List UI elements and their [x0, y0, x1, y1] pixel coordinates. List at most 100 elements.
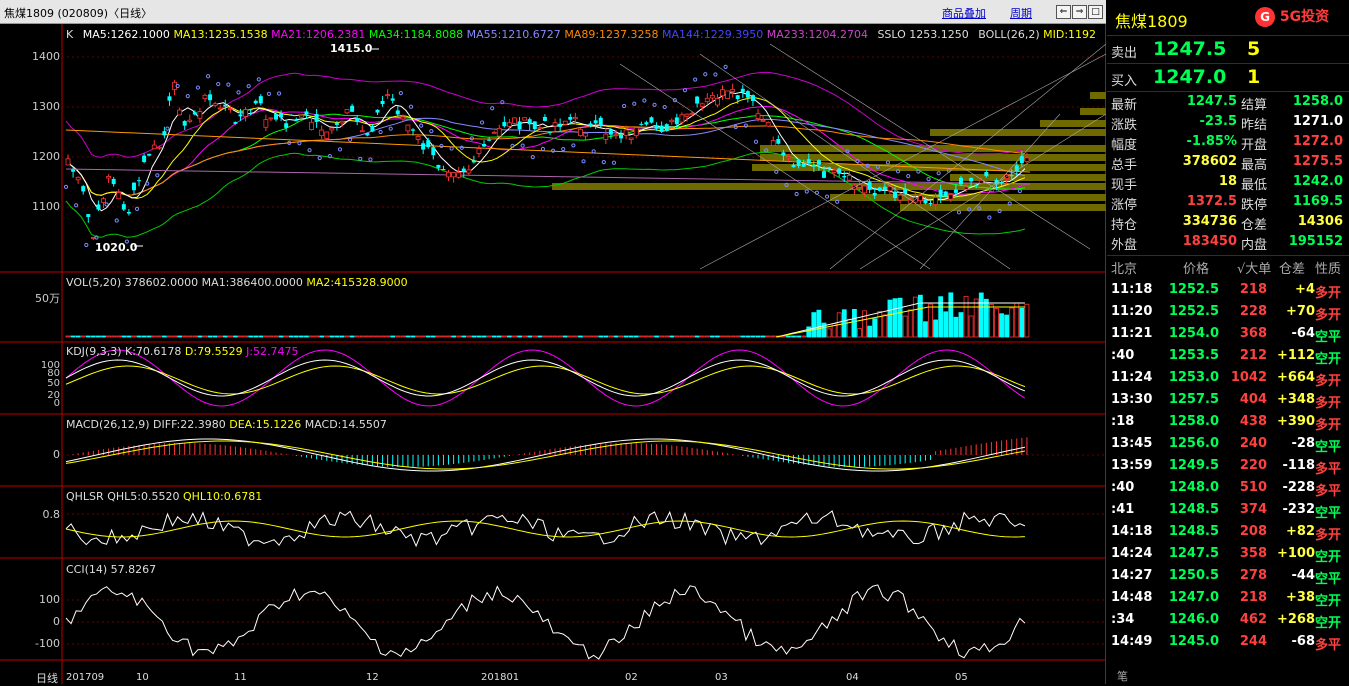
trade-nature: 空平 — [1315, 330, 1342, 345]
candle-body — [223, 104, 228, 107]
maximize-button[interactable]: □ — [1088, 5, 1103, 19]
trade-row[interactable]: :40 1253.5 212 +112 空开 — [1107, 348, 1349, 370]
candle-body — [142, 155, 147, 162]
volume-bar — [121, 335, 127, 338]
sar-dot — [408, 104, 414, 109]
volume-bar — [917, 294, 923, 338]
candle-body — [760, 120, 766, 122]
volume-bar — [572, 335, 578, 338]
candle-body — [583, 132, 588, 137]
sar-dot — [1017, 189, 1022, 194]
trade-size: 208 — [1239, 524, 1267, 539]
trade-row[interactable]: :41 1248.5 374 -232 空平 — [1107, 502, 1349, 524]
trade-size: 358 — [1239, 546, 1267, 561]
candle-body — [365, 133, 370, 136]
quote-field-row: 涨停 1372.5 跌停 1169.5 — [1107, 194, 1349, 214]
candle-body — [156, 146, 162, 149]
volume-bar — [897, 297, 903, 338]
volume-bar — [715, 335, 720, 338]
trade-time: :40 — [1111, 480, 1135, 495]
volume-bar — [415, 335, 421, 338]
cci-axis-100: 100 — [39, 593, 60, 606]
candle-body — [593, 120, 598, 124]
sar-dot — [997, 208, 1002, 214]
volume-bar — [735, 335, 741, 338]
trade-row[interactable]: 14:24 1247.5 358 +100 空开 — [1107, 546, 1349, 568]
candle-body — [1014, 165, 1019, 172]
candle-body — [903, 188, 908, 194]
volume-bar — [588, 335, 593, 338]
trade-size: 1042 — [1230, 370, 1267, 385]
volume-bar — [968, 315, 974, 338]
candle-body — [572, 117, 578, 120]
volume-bar — [750, 335, 756, 338]
trade-row[interactable]: 11:20 1252.5 228 +70 多开 — [1107, 304, 1349, 326]
volume-bar — [613, 335, 619, 338]
candle-body — [598, 117, 603, 126]
sar-dot — [723, 64, 728, 70]
volume-bar — [106, 335, 111, 338]
kdj-j-line — [65, 349, 1026, 407]
candle-body — [375, 109, 380, 113]
trade-row[interactable]: 14:27 1250.5 278 -44 空平 — [1107, 568, 1349, 590]
trade-row[interactable]: 13:45 1256.0 240 -28 空平 — [1107, 436, 1349, 458]
trade-row[interactable]: 13:30 1257.5 404 +348 多开 — [1107, 392, 1349, 414]
trade-row[interactable]: 11:18 1252.5 218 +4 多开 — [1107, 282, 1349, 304]
trade-row[interactable]: 14:18 1248.5 208 +82 多开 — [1107, 524, 1349, 546]
candle-body — [65, 158, 71, 166]
trade-row[interactable]: 11:24 1253.0 1042 +664 多开 — [1107, 370, 1349, 392]
candle-body — [187, 119, 193, 122]
volume-bar — [725, 335, 730, 338]
volume-bar — [136, 335, 142, 338]
candle-body — [659, 125, 664, 132]
candle-body — [715, 98, 720, 106]
volume-bar — [659, 335, 665, 338]
candle-body — [298, 114, 304, 118]
candle-body — [831, 169, 837, 173]
candle-body — [603, 133, 609, 140]
trade-row[interactable]: :18 1258.0 438 +390 多开 — [1107, 414, 1349, 436]
candle-body — [71, 169, 76, 172]
trade-row[interactable]: 13:59 1249.5 220 -118 多平 — [1107, 458, 1349, 480]
volume-bar — [608, 335, 614, 338]
kline-chart-area[interactable]: K MA5:1262.1000 MA13:1235.1538 MA21:1206… — [0, 24, 1106, 685]
sar-dot — [622, 103, 627, 109]
sar-dot — [368, 157, 373, 162]
candle-body — [953, 189, 958, 193]
candle-body — [628, 137, 634, 140]
volume-bar — [354, 335, 360, 338]
volume-bar — [248, 335, 254, 338]
period-link[interactable]: 周期 — [1010, 5, 1032, 21]
trade-row[interactable]: 11:21 1254.0 368 -64 空平 — [1107, 326, 1349, 348]
volume-bar — [273, 335, 279, 338]
trade-price: 1253.5 — [1168, 348, 1219, 363]
trade-row[interactable]: :34 1246.0 462 +268 空开 — [1107, 612, 1349, 634]
sar-dot — [63, 184, 69, 189]
candle-body — [106, 176, 111, 179]
sar-dot — [479, 120, 485, 125]
trade-nature: 空平 — [1315, 506, 1342, 521]
candle-body — [974, 184, 979, 186]
trade-row[interactable]: 14:48 1247.0 218 +38 空开 — [1107, 590, 1349, 612]
volume-bar — [96, 335, 101, 338]
overlay-link[interactable]: 商品叠加 — [942, 5, 986, 21]
trade-row[interactable]: 14:49 1245.0 244 -68 多平 — [1107, 634, 1349, 656]
vol-legend: VOL(5,20) 378602.0000 MA1:386400.0000 MA… — [66, 276, 408, 289]
footer-tab[interactable]: 笔 — [1117, 668, 1128, 684]
trade-oi-change: -44 — [1291, 568, 1316, 583]
candle-body — [958, 177, 963, 185]
trade-row[interactable]: :40 1248.0 510 -228 多平 — [1107, 480, 1349, 502]
quote-field-row: 涨跌 -23.5 昨结 1271.0 — [1107, 114, 1349, 134]
candle-body — [923, 199, 928, 204]
field-value: 1247.5 — [1186, 94, 1237, 109]
candle-body — [699, 103, 705, 107]
candle-body — [411, 129, 416, 131]
scroll-left-button[interactable]: ⇐ — [1056, 5, 1071, 19]
volume-bar — [486, 335, 492, 338]
price-tick-1200: 1200 — [32, 150, 60, 163]
volume-bar — [654, 335, 659, 338]
volume-profile-bar — [950, 174, 1106, 181]
scroll-right-button[interactable]: ⇒ — [1072, 5, 1087, 19]
candle-body — [827, 167, 832, 169]
quote-field-row: 幅度 -1.85% 开盘 1272.0 — [1107, 134, 1349, 154]
